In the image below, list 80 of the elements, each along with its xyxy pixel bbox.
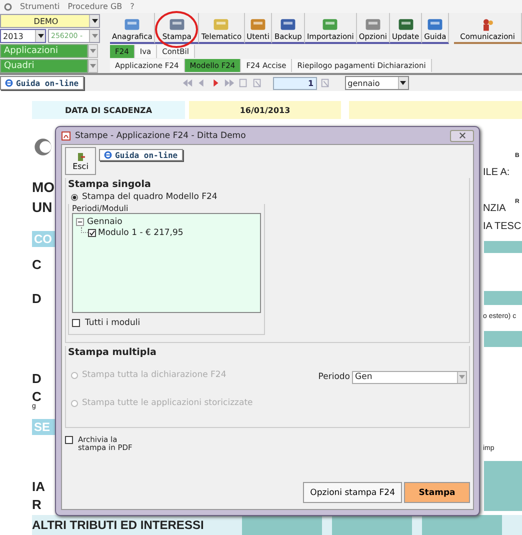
year-select[interactable]: 2013: [0, 29, 46, 43]
dropdown-button[interactable]: [88, 44, 98, 58]
delete-record-icon[interactable]: [252, 78, 263, 88]
application-icon: [279, 17, 298, 32]
form-field: [484, 291, 522, 305]
checkbox[interactable]: [88, 228, 96, 236]
radio-button[interactable]: [71, 194, 78, 200]
group-title: Periodi/Moduli: [72, 204, 128, 213]
form-text: NZIA: [483, 203, 506, 214]
copy-icon[interactable]: [238, 78, 249, 88]
document-icon: [61, 130, 71, 140]
first-record-icon[interactable]: [182, 78, 193, 88]
help-button[interactable]: Guida on-line: [0, 76, 84, 90]
form-text: D: [32, 371, 42, 386]
form-text: UN: [32, 199, 52, 215]
door-exit-icon: [76, 152, 86, 162]
form-text: C: [32, 389, 42, 404]
close-button[interactable]: [450, 130, 474, 142]
application-icon: [123, 17, 142, 32]
dialog-title: Stampe - Applicazione F24 - Ditta Demo: [75, 130, 246, 140]
collapse-icon[interactable]: [76, 218, 84, 226]
form-text: MO: [32, 179, 55, 195]
checkbox[interactable]: [72, 319, 80, 327]
form-text: D: [32, 291, 42, 306]
application-icon: [396, 17, 415, 32]
application-icon: [426, 17, 444, 32]
application-icon: [321, 17, 340, 32]
caret-icon: [459, 375, 465, 379]
caret-icon: [400, 81, 406, 85]
period-select[interactable]: Gen: [352, 370, 467, 384]
group-title: Stampa multipla: [68, 347, 156, 358]
form-text: CO: [32, 231, 55, 247]
form-field: [484, 461, 522, 511]
form-text: R: [32, 497, 42, 512]
due-date-value: 16/01/2013: [189, 101, 341, 119]
checkbox[interactable]: [65, 436, 73, 444]
caret-icon: [90, 64, 96, 68]
delete-record-icon[interactable]: [320, 78, 331, 88]
close-icon: [458, 132, 466, 139]
caret-icon: [90, 49, 96, 53]
company-select[interactable]: DEMO: [0, 14, 100, 28]
dropdown-button[interactable]: [88, 59, 98, 73]
application-icon: [212, 17, 230, 32]
logo-icon: [33, 137, 53, 157]
due-date-label: DATA DI SCADENZA: [32, 101, 185, 119]
sections-field[interactable]: Quadri: [0, 59, 88, 73]
form-text: C: [32, 257, 42, 272]
application-icon: [249, 17, 268, 32]
last-record-icon[interactable]: [224, 78, 235, 88]
form-text: IA: [32, 479, 45, 494]
menu-item[interactable]: Strumenti: [20, 2, 60, 11]
application-icon: [168, 17, 186, 32]
tree-item[interactable]: Gennaio: [87, 216, 122, 226]
form-field: [484, 241, 522, 253]
section-heading: ALTRI TRIBUTI ED INTERESSI: [32, 518, 205, 532]
applications-field[interactable]: Applicazioni: [0, 44, 88, 58]
gear-icon[interactable]: [4, 2, 12, 10]
menu-item[interactable]: Procedure GB: [68, 2, 122, 11]
form-field: [484, 331, 522, 347]
month-select[interactable]: gennaio: [344, 76, 409, 90]
caret-icon: [38, 34, 44, 38]
group-title: Stampa singola: [68, 179, 151, 190]
print-button[interactable]: Stampa: [404, 482, 470, 503]
form-text: IA TESC: [483, 221, 522, 232]
checkbox-label: Tutti i moduli: [85, 318, 140, 328]
caret-icon: [92, 19, 98, 23]
options-button[interactable]: Opzioni stampa F24: [303, 482, 402, 503]
page-field[interactable]: 1: [272, 76, 317, 90]
globe-icon: [5, 79, 13, 87]
globe-icon: [104, 151, 112, 159]
caret-icon: [92, 34, 98, 38]
help-button[interactable]: Guida on-line: [99, 149, 183, 161]
form-text: SE: [32, 419, 55, 435]
menu-item[interactable]: ?: [130, 2, 134, 11]
radio-option[interactable]: Stampa del quadro Modello F24: [71, 192, 467, 202]
exit-button[interactable]: Esci: [65, 147, 96, 175]
application-icon: [364, 17, 382, 32]
period-label: Periodo: [318, 372, 350, 382]
form-text: ILE A:: [483, 167, 510, 178]
tree-item[interactable]: Modulo 1 - € 217,95: [98, 228, 184, 238]
